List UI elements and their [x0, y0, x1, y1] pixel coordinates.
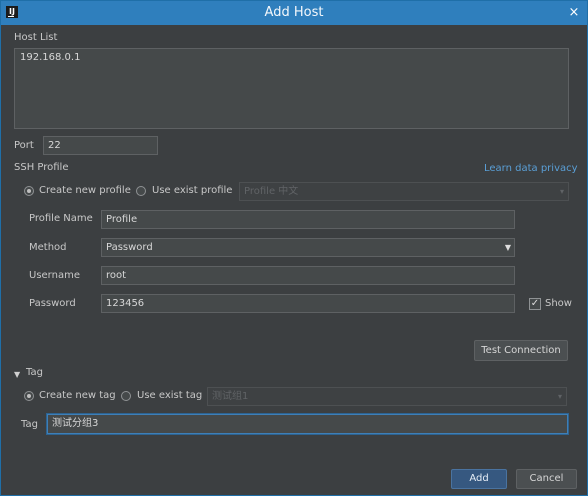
host-list-textarea[interactable]: 192.168.0.1 [14, 48, 569, 129]
profile-name-input[interactable]: Profile [101, 210, 515, 229]
create-new-profile-label: Create new profile [39, 185, 131, 196]
username-label: Username [29, 270, 80, 281]
chevron-down-icon: ▾ [557, 392, 562, 401]
use-exist-profile-label: Use exist profile [152, 185, 233, 196]
profile-name-label: Profile Name [29, 213, 93, 224]
ssh-profile-label: SSH Profile [14, 162, 69, 173]
exist-tag-select[interactable]: 测试组1 ▾ [207, 387, 567, 406]
method-value: Password [106, 242, 153, 253]
use-exist-tag-label: Use exist tag [137, 390, 203, 401]
triangle-down-icon[interactable]: ▼ [14, 370, 20, 379]
host-list-value: 192.168.0.1 [20, 52, 81, 63]
exist-tag-value: 测试组1 [212, 391, 249, 402]
show-password-checkbox[interactable]: ✓ [529, 298, 541, 310]
port-input[interactable]: 22 [43, 136, 158, 155]
title-bar: IJ Add Host × [1, 1, 587, 25]
add-button[interactable]: Add [451, 469, 507, 489]
check-icon: ✓ [530, 298, 540, 309]
show-password-label: Show [545, 298, 572, 309]
create-new-profile-radio[interactable] [24, 186, 34, 196]
use-exist-tag-radio[interactable] [121, 391, 131, 401]
use-exist-profile-radio[interactable] [136, 186, 146, 196]
password-label: Password [29, 298, 76, 309]
learn-data-privacy-link[interactable]: Learn data privacy [484, 163, 578, 174]
create-new-tag-radio[interactable] [24, 391, 34, 401]
exist-profile-select[interactable]: Profile 中文 ▾ [239, 182, 569, 201]
method-select[interactable]: Password ▼ [101, 238, 515, 257]
username-input[interactable]: root [101, 266, 515, 285]
close-icon[interactable]: × [567, 6, 581, 20]
window-title: Add Host [264, 5, 324, 20]
password-input[interactable]: 123456 [101, 294, 515, 313]
exist-profile-value: Profile 中文 [244, 186, 299, 197]
port-label: Port [14, 140, 34, 151]
cancel-button[interactable]: Cancel [516, 469, 577, 489]
test-connection-button[interactable]: Test Connection [474, 340, 568, 361]
method-label: Method [29, 242, 67, 253]
tag-input[interactable]: 测试分组3 [47, 414, 568, 434]
tag-field-label: Tag [21, 419, 38, 430]
create-new-tag-label: Create new tag [39, 390, 116, 401]
tag-section-label: Tag [26, 367, 43, 378]
chevron-down-icon: ▾ [559, 187, 564, 196]
add-host-dialog: IJ Add Host × Host List 192.168.0.1 Port… [0, 0, 588, 496]
host-list-label: Host List [14, 32, 58, 43]
chevron-down-icon: ▼ [504, 243, 512, 252]
